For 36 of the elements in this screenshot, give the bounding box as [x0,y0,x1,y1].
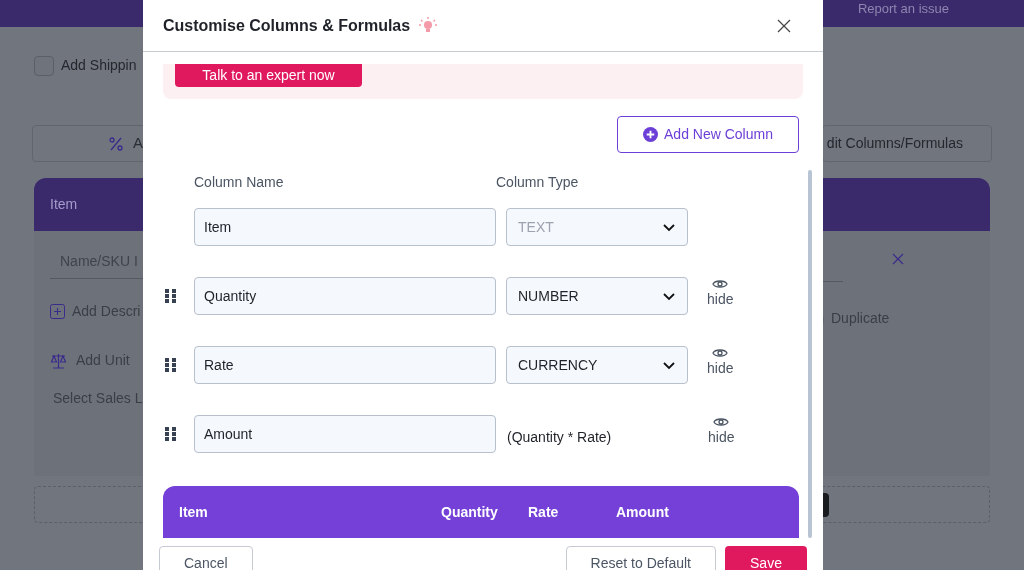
save-button[interactable]: Save [725,546,807,570]
hide-toggle[interactable]: hide [707,347,734,377]
preview-header-cell-text: Quantity [441,502,499,522]
scrollbar-thumb[interactable] [808,170,812,538]
report-issue-link[interactable]: Report an issue [857,2,949,15]
drag-handle-icon[interactable] [165,289,177,303]
column-name-field[interactable]: Rate [194,346,496,384]
hide-toggle[interactable]: hide [708,416,735,446]
shipping-label: Add Shippin [61,56,137,75]
drag-handle-icon[interactable] [165,358,177,372]
scale-icon [50,352,67,369]
column-name-field[interactable]: Quantity [194,277,496,315]
preview-header-cell-text: Amount [616,502,669,522]
drag-handle-icon[interactable] [165,427,177,441]
hide-toggle[interactable]: hide [707,278,734,308]
preview-header-cell-text: Rate [528,502,560,522]
percent-icon [109,136,123,151]
preview-header-cell-text: Item [179,502,209,522]
eye-icon [712,347,729,359]
talk-to-expert-button[interactable]: Talk to an expert now [175,64,362,87]
secondary-button[interactable]: Reset to Default [565,546,716,570]
column-type-heading: Column Type [496,173,579,192]
close-icon[interactable] [777,18,791,33]
plus-circle-icon [643,127,659,142]
column-name-heading: Column Name [194,173,285,192]
eye-icon [713,416,730,428]
secondary-button[interactable]: Cancel [159,546,253,570]
formula-text: (Quantity * Rate) [507,428,613,447]
modal-title: Customise Columns & Formulas [163,15,411,36]
table-header-cell-text: Item [50,195,78,214]
eye-icon [712,278,729,290]
column-type-select[interactable]: CURRENCY [506,346,688,384]
column-type-select[interactable]: NUMBER [506,277,688,315]
add-new-column-button[interactable]: Add New Column [617,116,799,153]
column-name-field[interactable]: Amount [194,415,496,453]
plus-square-icon [50,304,65,319]
